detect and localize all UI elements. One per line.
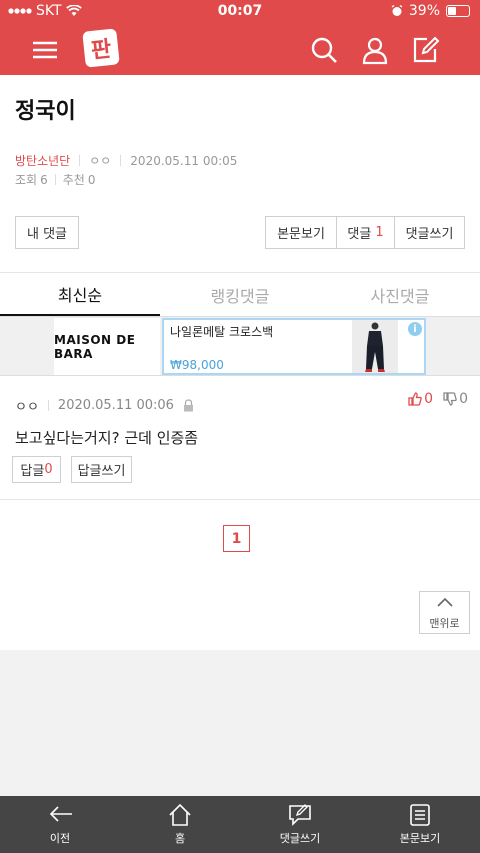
post-datetime: 2020.05.11 00:05	[130, 153, 238, 168]
comment-author: ㅇㅇ	[15, 400, 39, 415]
scroll-to-top-button[interactable]: 맨위로	[419, 591, 470, 634]
divider	[47, 400, 49, 411]
post-category[interactable]: 방탄소년단	[15, 152, 70, 169]
page-number-current[interactable]: 1	[223, 525, 250, 552]
scroll-to-top-label: 맨위로	[429, 617, 460, 630]
bottom-toolbar: 이전 홈 댓글쓰기 본문보기	[0, 796, 480, 853]
status-right: 39%	[391, 3, 470, 19]
post-author: ㅇㅇ	[89, 154, 112, 168]
home-button[interactable]: 홈	[120, 796, 240, 853]
comment-votes: 0 0	[408, 391, 468, 407]
home-label: 홈	[174, 832, 186, 845]
status-bar: SKT 00:07 39%	[0, 0, 480, 24]
write-reply-button[interactable]: 답글쓰기	[71, 456, 132, 483]
comment-datetime: 2020.05.11 00:06	[57, 398, 174, 413]
post-meta: 방탄소년단 ㅇㅇ 2020.05.11 00:05	[15, 152, 237, 169]
reply-button[interactable]: 답글 0	[12, 456, 61, 483]
dislike-button[interactable]: 0	[443, 391, 468, 407]
back-label: 이전	[49, 832, 71, 845]
document-icon	[410, 804, 430, 826]
comment-sort-tabs: 최신순 랭킹댓글 사진댓글	[0, 274, 480, 316]
comment-text: 보고싶다는거지? 근데 인증좀	[15, 429, 199, 447]
thumbs-down-icon	[443, 392, 457, 406]
bottom-view-post-button[interactable]: 본문보기	[360, 796, 480, 853]
post-stats: 조회 6 추천 0	[15, 171, 95, 188]
views-label: 조회	[15, 173, 38, 187]
ad-info-icon[interactable]: i	[408, 322, 422, 336]
comments-button[interactable]: 댓글 1	[336, 217, 394, 248]
divider	[120, 155, 122, 166]
tab-ranking[interactable]: 랭킹댓글	[160, 274, 320, 316]
tab-photo[interactable]: 사진댓글	[320, 274, 480, 316]
battery-level	[448, 7, 456, 15]
alarm-icon	[391, 5, 403, 16]
like-button[interactable]: 0	[408, 391, 433, 407]
divider	[0, 272, 480, 273]
menu-icon[interactable]	[30, 35, 60, 65]
ad-banner[interactable]: MAISON DE BARA 나일론메탈 크로스백 ₩98,000 i	[0, 316, 480, 376]
post-title: 정국이	[15, 99, 76, 124]
my-comments-button[interactable]: 내 댓글	[15, 216, 79, 249]
ad-product-image	[352, 320, 398, 373]
recommend-count: 0	[87, 172, 96, 187]
recommend-label: 추천	[62, 173, 85, 187]
user-icon[interactable]	[360, 35, 390, 65]
back-arrow-icon	[49, 806, 72, 822]
comments-count: 1	[375, 225, 384, 240]
comment-write-icon	[289, 804, 311, 826]
like-count: 0	[424, 391, 434, 407]
chevron-up-icon	[437, 597, 453, 607]
views-count: 6	[40, 172, 48, 187]
reply-count: 0	[44, 462, 53, 477]
battery-percent: 39%	[408, 3, 440, 19]
tab-latest[interactable]: 최신순	[0, 274, 160, 316]
home-icon	[169, 803, 191, 826]
battery-icon	[446, 5, 470, 17]
ad-brand[interactable]: MAISON DE BARA	[54, 318, 160, 375]
ad-product-name: 나일론메탈 크로스백	[170, 325, 274, 339]
comment-meta: ㅇㅇ 2020.05.11 00:06	[15, 396, 194, 415]
reply-label: 답글	[20, 464, 45, 479]
comments-label: 댓글	[347, 227, 372, 242]
divider	[79, 155, 81, 166]
write-comment-button[interactable]: 댓글쓰기	[394, 217, 464, 248]
ad-price: ₩98,000	[170, 358, 224, 372]
lock-icon	[183, 399, 193, 412]
pann-logo[interactable]: 판	[82, 28, 120, 68]
ad-product-card[interactable]: 나일론메탈 크로스백 ₩98,000 i	[162, 318, 426, 375]
bottom-write-comment-button[interactable]: 댓글쓰기	[240, 796, 360, 853]
app-header: 판	[0, 24, 480, 75]
post-actions: 본문보기 댓글 1 댓글쓰기	[265, 216, 465, 249]
bottom-view-post-label: 본문보기	[399, 832, 441, 845]
thumbs-up-icon	[408, 392, 422, 406]
view-post-button[interactable]: 본문보기	[266, 217, 336, 248]
write-icon[interactable]	[411, 35, 441, 65]
back-button[interactable]: 이전	[0, 796, 120, 853]
dislike-count: 0	[459, 391, 468, 407]
divider	[0, 499, 480, 500]
post-content: 정국이 방탄소년단 ㅇㅇ 2020.05.11 00:05 조회 6 추천 0 …	[0, 75, 480, 650]
search-icon[interactable]	[309, 35, 339, 65]
bottom-write-comment-label: 댓글쓰기	[279, 832, 321, 845]
divider	[54, 174, 56, 185]
